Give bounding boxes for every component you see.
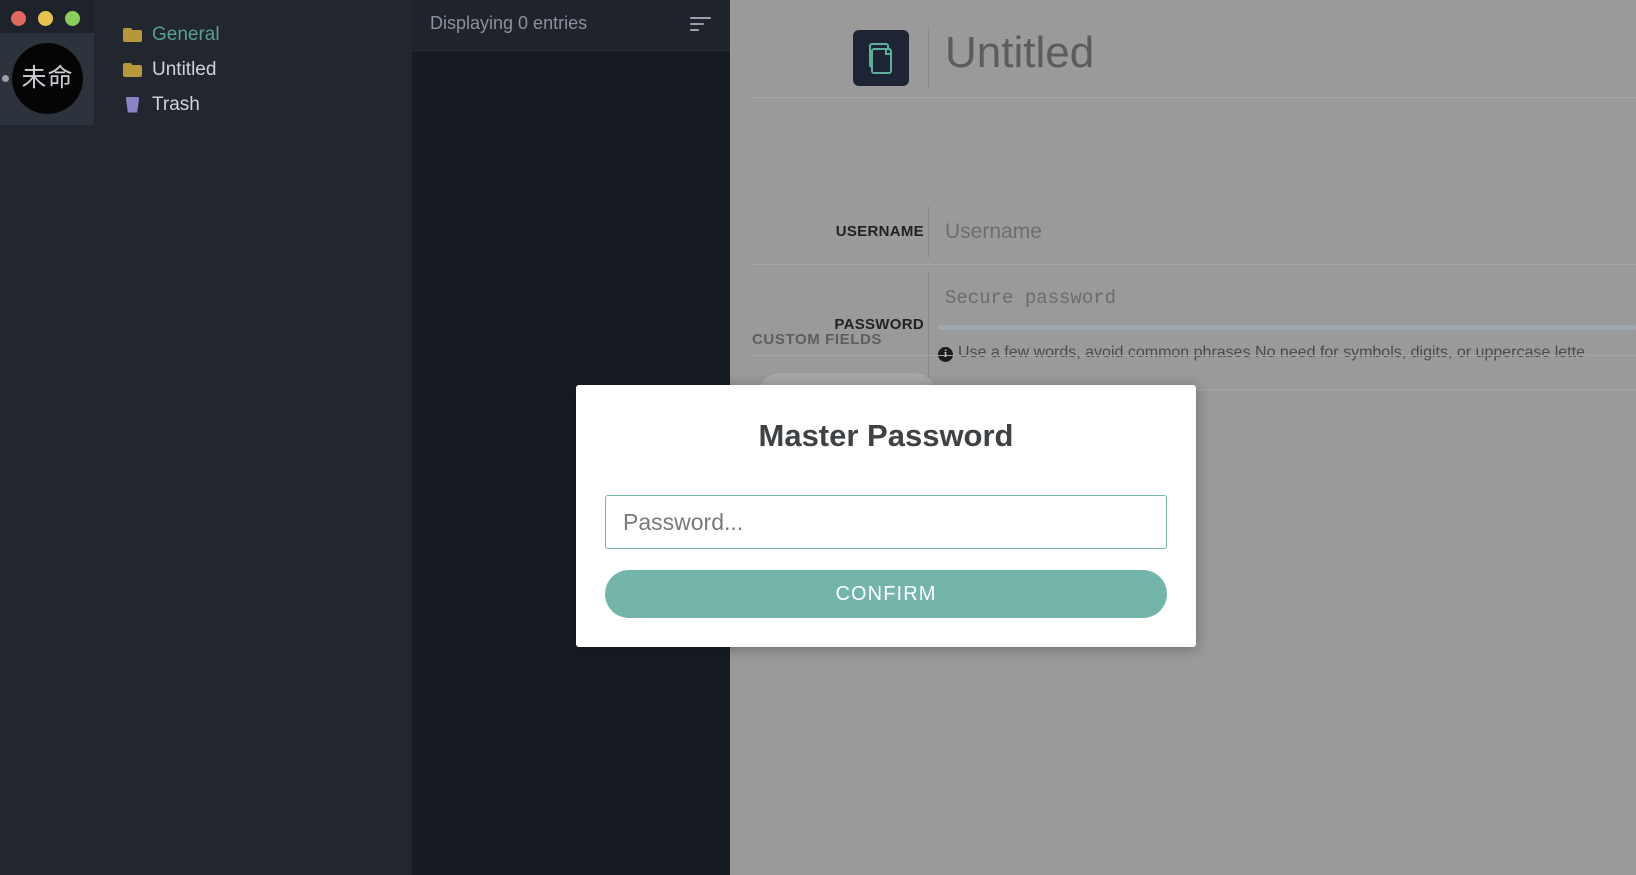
username-label: USERNAME [835,223,924,240]
password-hint: Use a few words, avoid common phrases No… [958,344,1585,361]
maximize-button[interactable] [65,11,80,26]
vault-active-indicator [2,75,9,82]
master-password-dialog: Master Password CONFIRM [576,385,1196,647]
entry-detail-header: Untitled [730,0,1636,98]
username-input[interactable]: Username [945,220,1042,244]
app-window: 未命 General Untitled Trash Displaying 0 e… [0,0,1636,875]
master-password-input[interactable] [605,495,1167,549]
dialog-title: Master Password [758,418,1014,453]
divider [752,97,1636,98]
sort-descending-icon[interactable] [690,17,711,31]
minimize-button[interactable] [38,11,53,26]
trash-icon [123,96,143,113]
field-divider [928,272,929,380]
close-button[interactable] [11,11,26,26]
page-title[interactable]: Untitled [945,28,1094,78]
vault-rail: 未命 [0,0,94,875]
custom-fields-heading: CUSTOM FIELDS [752,331,883,348]
sidebar-item-general[interactable]: General [94,17,412,52]
folder-icon [123,27,143,43]
header-divider [928,26,929,88]
copy-document-icon[interactable] [853,30,909,86]
sidebar-item-label: Trash [152,93,200,115]
avatar: 未命 [12,43,83,114]
sidebar-item-trash[interactable]: Trash [94,87,412,122]
password-input[interactable]: Secure password [945,287,1116,309]
confirm-button[interactable]: CONFIRM [605,570,1167,618]
password-strength-bar [938,325,1636,330]
entry-count-label: Displaying 0 entries [430,13,588,33]
entry-list-header: Displaying 0 entries [412,0,730,51]
folder-icon [123,62,143,78]
sidebar-item-untitled[interactable]: Untitled [94,52,412,87]
folder-list: General Untitled Trash [94,0,412,875]
field-divider [928,206,929,258]
sidebar-item-label: Untitled [152,58,217,80]
vault-item[interactable]: 未命 [0,33,94,125]
sidebar-item-label: General [152,23,220,45]
window-controls [0,0,94,33]
divider [752,264,1636,265]
divider [752,355,1636,356]
